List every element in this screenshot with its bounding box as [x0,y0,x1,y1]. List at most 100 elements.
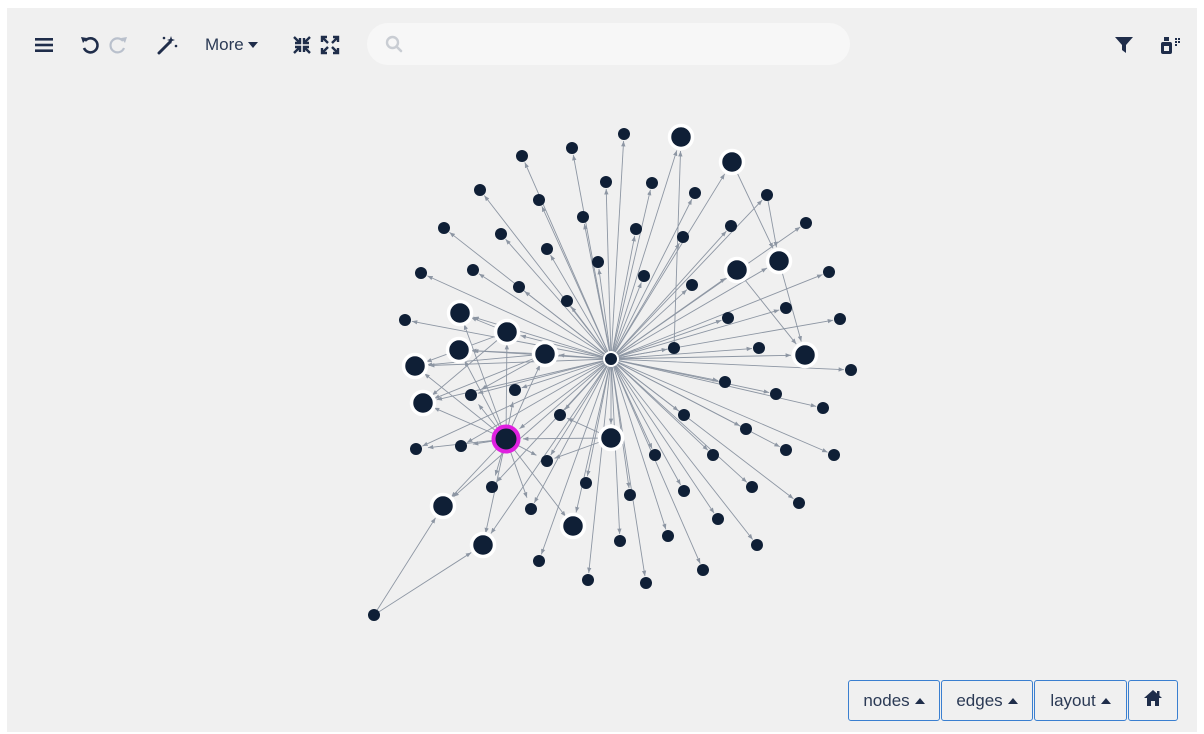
graph-node[interactable] [780,302,792,314]
graph-node[interactable] [592,256,604,268]
graph-node[interactable] [646,177,658,189]
graph-node[interactable] [761,189,773,201]
nodes-panel-button[interactable]: nodes [848,680,940,721]
graph-node[interactable] [678,485,690,497]
graph-node-large[interactable] [723,256,751,284]
graph-node-large[interactable] [667,123,695,151]
graph-edge [466,358,612,443]
graph-node[interactable] [828,449,840,461]
graph-node[interactable] [697,564,709,576]
graph-node[interactable] [751,539,763,551]
graph-node[interactable] [541,243,553,255]
graph-edge [533,358,612,504]
graph-node[interactable] [438,222,450,234]
graph-node-large[interactable] [401,352,429,380]
graph-node[interactable] [577,211,589,223]
graph-node-large[interactable] [493,318,521,346]
graph-node[interactable] [533,194,545,206]
graph-edge [610,274,823,360]
graph-node-large[interactable] [765,247,793,275]
graph-node[interactable] [817,402,829,414]
network-graph[interactable] [7,8,1197,732]
graph-node[interactable] [580,477,592,489]
graph-node-large[interactable] [791,341,819,369]
graph-node[interactable] [780,444,792,456]
graph-node[interactable] [834,313,846,325]
graph-node[interactable] [740,423,752,435]
graph-node[interactable] [399,314,411,326]
graph-node[interactable] [516,150,528,162]
graph-node[interactable] [455,440,467,452]
graph-node-large[interactable] [469,531,497,559]
graph-node[interactable] [719,376,731,388]
graph-node[interactable] [725,220,737,232]
graph-node[interactable] [746,481,758,493]
graph-edge [610,230,727,360]
edges-panel-button[interactable]: edges [941,680,1033,721]
graph-node-selected[interactable] [491,424,521,454]
graph-node-large[interactable] [446,299,474,327]
graph-node[interactable] [678,409,690,421]
graph-node[interactable] [668,342,680,354]
graph-node[interactable] [513,281,525,293]
graph-node-large[interactable] [597,424,625,452]
graph-node[interactable] [722,312,734,324]
graph-node[interactable] [415,267,427,279]
graph-node[interactable] [509,384,521,396]
graph-node[interactable] [561,295,573,307]
graph-node-large[interactable] [445,336,473,364]
graph-node[interactable] [410,443,422,455]
graph-edge [433,353,546,399]
graph-node[interactable] [554,409,566,421]
graph-node[interactable] [618,128,630,140]
graph-node[interactable] [465,389,477,401]
graph-node[interactable] [640,577,652,589]
graph-node[interactable] [566,142,578,154]
graph-edge [610,358,701,564]
graph-node[interactable] [686,279,698,291]
graph-node[interactable] [600,176,612,188]
graph-node[interactable] [662,530,674,542]
graph-node[interactable] [823,266,835,278]
caret-up-icon [1007,697,1018,704]
nodes-label: nodes [863,690,910,710]
graph-edge [505,438,567,517]
graph-node[interactable] [474,184,486,196]
graph-node[interactable] [582,574,594,586]
graph-edge [373,517,436,616]
caret-up-icon [914,697,925,704]
graph-node[interactable] [793,497,805,509]
graph-node[interactable] [638,270,650,282]
graph-node[interactable] [770,388,782,400]
graph-edge [610,358,715,514]
graph-node[interactable] [624,489,636,501]
graph-node-large[interactable] [718,148,746,176]
graph-node[interactable] [525,503,537,515]
graph-node-large[interactable] [559,512,587,540]
graph-node[interactable] [495,228,507,240]
layout-label: layout [1050,690,1096,710]
home-icon [1143,689,1163,712]
graph-node-large[interactable] [429,492,457,520]
graph-node[interactable] [368,609,380,621]
graph-node[interactable] [467,264,479,276]
graph-node[interactable] [753,342,765,354]
graph-node[interactable] [630,223,642,235]
graph-node-large[interactable] [409,389,437,417]
graph-node[interactable] [845,364,857,376]
app-canvas: More nodes edges layout [7,8,1197,732]
graph-node[interactable] [486,481,498,493]
graph-node[interactable] [533,555,545,567]
graph-node[interactable] [614,535,626,547]
graph-node[interactable] [800,217,812,229]
graph-hub-node[interactable] [603,351,619,367]
graph-node[interactable] [677,231,689,243]
home-button[interactable] [1128,680,1178,721]
graph-node[interactable] [712,513,724,525]
graph-node[interactable] [541,455,553,467]
graph-node[interactable] [689,187,701,199]
graph-node[interactable] [707,449,719,461]
layout-panel-button[interactable]: layout [1034,680,1127,721]
graph-node-large[interactable] [531,340,559,368]
graph-node[interactable] [649,449,661,461]
